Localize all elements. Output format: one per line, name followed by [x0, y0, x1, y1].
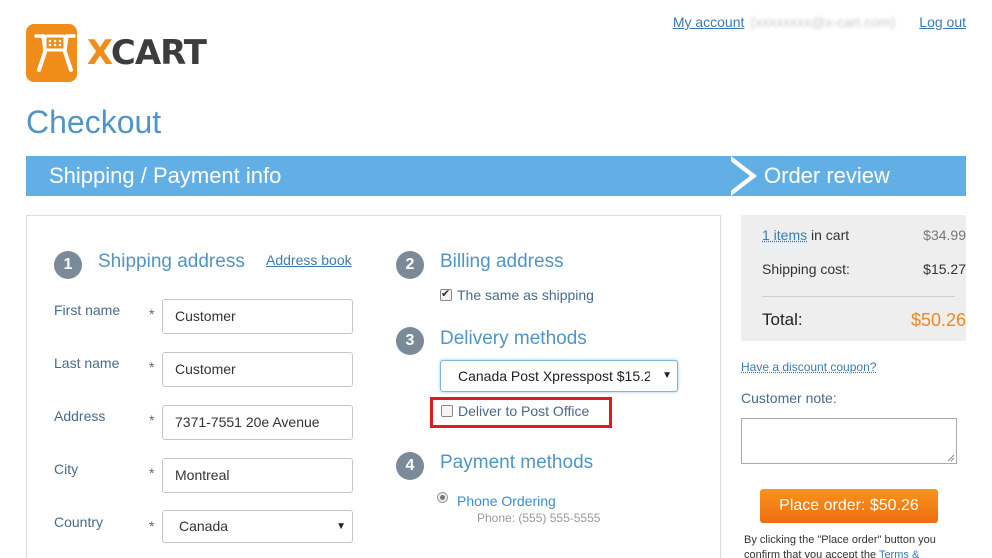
chevron-down-icon: ▼ [658, 361, 672, 391]
same-as-shipping-option[interactable]: The same as shipping [440, 287, 594, 303]
items-in-cart: 1 items in cart [762, 227, 849, 243]
step-arrow [724, 156, 750, 196]
shipping-address-title: Shipping address [98, 251, 245, 272]
billing-address-title: Billing address [440, 251, 564, 272]
agreement-line-1: By clicking the "Place order" button you [744, 534, 936, 546]
step-shipping-payment[interactable]: Shipping / Payment info [26, 156, 731, 196]
city-label: City [54, 461, 79, 477]
country-selected: Canada [179, 518, 229, 534]
shipping-cost-value: $15.27 [923, 261, 966, 277]
cart-logo-icon [26, 24, 77, 82]
step-number-2: 2 [396, 251, 424, 279]
required-mark: * [149, 518, 155, 534]
same-as-shipping-checkbox[interactable] [440, 287, 452, 301]
delivery-methods-title: Delivery methods [440, 328, 587, 349]
discount-coupon-link[interactable]: Have a discount coupon? [741, 360, 876, 374]
items-suffix: in cart [807, 227, 850, 243]
required-mark: * [149, 465, 155, 481]
chevron-down-icon: ▼ [336, 521, 346, 532]
total-label: Total: [762, 310, 803, 329]
step-number-4: 4 [396, 452, 424, 480]
my-account-link[interactable]: My account [673, 14, 745, 30]
terms-agreement-text: By clicking the "Place order" button you… [744, 533, 966, 558]
xcart-logo[interactable]: XCART [26, 24, 207, 82]
phone-ordering-description: Phone: (555) 555-5555 [477, 511, 601, 525]
required-mark: * [149, 412, 155, 428]
phone-ordering-radio[interactable] [437, 492, 448, 503]
first-name-label: First name [54, 302, 121, 318]
deliver-to-post-office-option[interactable]: Deliver to Post Office [441, 403, 589, 419]
country-select[interactable]: Canada ▼ [162, 510, 353, 543]
items-price: $34.99 [923, 227, 966, 243]
city-input[interactable]: Montreal [162, 458, 353, 493]
terms-link[interactable]: Terms & [879, 549, 919, 558]
same-as-shipping-label: The same as shipping [457, 287, 594, 303]
step-number-3: 3 [396, 327, 424, 355]
total-value: $50.26 [910, 310, 966, 330]
post-office-label: Deliver to Post Office [458, 403, 590, 419]
resize-handle-icon[interactable] [947, 454, 955, 462]
account-email: (xxxxxxxx@x-cart.com) [750, 14, 896, 30]
post-office-checkbox[interactable] [441, 405, 453, 417]
required-mark: * [149, 359, 155, 375]
first-name-input[interactable]: Customer [162, 299, 353, 334]
delivery-method-selected: Canada Post Xpresspost $15.27 [458, 368, 650, 384]
payment-methods-title: Payment methods [440, 452, 594, 473]
checkout-steps: Order review Shipping / Payment info [26, 156, 966, 196]
page-title: Checkout [26, 104, 162, 140]
items-link[interactable]: 1 items [762, 227, 807, 243]
last-name-input[interactable]: Customer [162, 352, 353, 387]
last-name-label: Last name [54, 355, 120, 371]
account-bar: My account (xxxxxxxx@x-cart.com) Log out [673, 14, 966, 30]
agreement-line-2: confirm that you accept the Terms & [744, 548, 966, 558]
customer-note-textarea[interactable] [741, 418, 957, 464]
address-input[interactable]: 7371-7551 20e Avenue [162, 405, 353, 440]
phone-ordering-label[interactable]: Phone Ordering [457, 493, 556, 509]
summary-divider [762, 296, 955, 297]
address-label: Address [54, 408, 106, 424]
customer-note-label: Customer note: [741, 390, 837, 406]
logo-text: XCART [86, 33, 207, 73]
required-mark: * [149, 306, 155, 322]
step-order-review[interactable]: Order review [731, 156, 966, 196]
log-out-link[interactable]: Log out [919, 14, 966, 30]
country-label: Country [54, 514, 104, 530]
delivery-method-select[interactable]: Canada Post Xpresspost $15.27 ▼ [440, 360, 678, 392]
step-number-1: 1 [54, 251, 82, 279]
address-book-link[interactable]: Address book [266, 252, 352, 268]
agreement-line-2-text: confirm that you accept the [744, 549, 879, 558]
place-order-button[interactable]: Place order: $50.26 [760, 489, 938, 523]
shipping-cost-label: Shipping cost: [762, 261, 850, 277]
